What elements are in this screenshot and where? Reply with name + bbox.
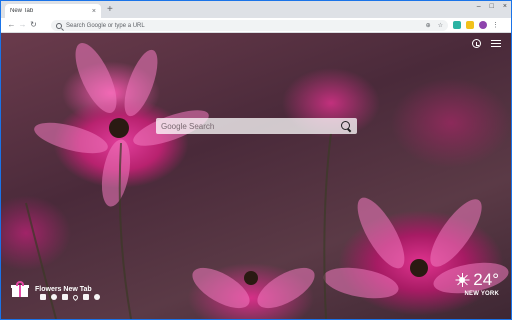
share-icon[interactable] [94, 294, 100, 300]
settings-icon[interactable] [51, 294, 57, 300]
brand-title: Flowers New Tab [35, 285, 92, 293]
microphone-icon[interactable] [62, 294, 68, 300]
forward-icon[interactable]: → [17, 21, 28, 29]
tab-title: New Tab [10, 8, 34, 14]
extension-icon[interactable] [453, 21, 461, 29]
tab-new-tab[interactable]: New Tab × [5, 4, 101, 18]
search-icon[interactable] [340, 120, 352, 132]
search-icon [56, 22, 62, 29]
browser-window: New Tab × + – □ × ← → ↻ Search Google or… [0, 0, 512, 320]
star-icon[interactable]: ☆ [438, 22, 443, 29]
address-bar[interactable]: Search Google or type a URL ⊕ ☆ [51, 20, 448, 31]
browser-toolbar: ← → ↻ Search Google or type a URL ⊕ ☆ ⋮ [1, 18, 511, 33]
profile-icon[interactable] [479, 21, 487, 29]
history-icon[interactable] [472, 39, 481, 48]
share-icon[interactable]: ⊕ [426, 22, 431, 29]
maximize-button[interactable]: □ [490, 3, 494, 10]
gallery-icon[interactable] [83, 294, 89, 300]
weather-widget[interactable]: 24° NEW YORK [455, 271, 499, 297]
tab-close-icon[interactable]: × [92, 8, 96, 15]
tab-strip: New Tab × + – □ × [1, 1, 511, 18]
back-icon[interactable]: ← [6, 21, 17, 29]
search-box[interactable]: Google Search [156, 118, 357, 134]
sun-icon [455, 272, 470, 287]
extension-icon[interactable] [466, 21, 474, 29]
heart-icon[interactable] [71, 293, 80, 301]
new-tab-button[interactable]: + [107, 4, 113, 16]
address-bar-placeholder: Search Google or type a URL [66, 22, 145, 29]
minimize-button[interactable]: – [477, 3, 481, 10]
gift-icon[interactable] [11, 281, 29, 297]
window-controls: – □ × [477, 3, 507, 10]
menu-icon[interactable]: ⋮ [492, 22, 499, 29]
hamburger-menu-icon[interactable] [491, 39, 501, 48]
flowers-background [25, 43, 509, 319]
reload-icon[interactable]: ↻ [28, 21, 39, 29]
temperature: 24° [473, 270, 499, 289]
brush-icon[interactable] [40, 294, 46, 300]
tool-bar [40, 293, 100, 301]
search-input[interactable]: Google Search [161, 122, 340, 131]
city-name: NEW YORK [464, 291, 499, 297]
new-tab-page: Google Search Flowers New Tab 24° NEW YO… [1, 33, 511, 319]
close-window-button[interactable]: × [503, 3, 507, 10]
